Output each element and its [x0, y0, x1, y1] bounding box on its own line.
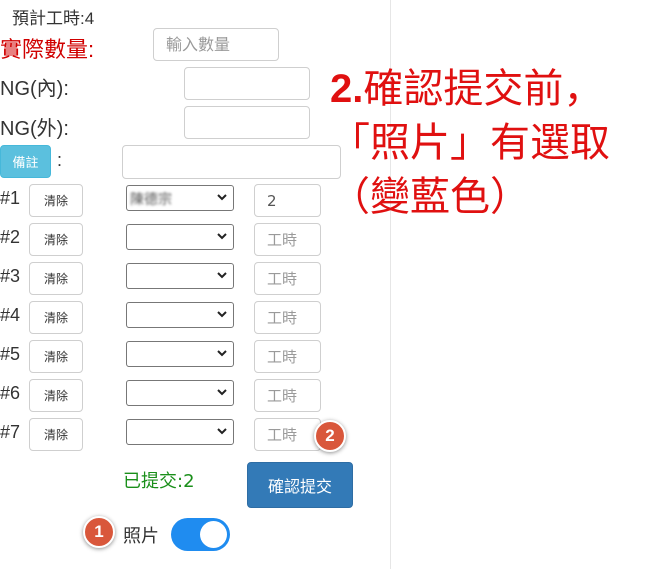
hours-input[interactable]	[254, 301, 321, 334]
remark-input[interactable]	[122, 145, 341, 179]
chevron-down-icon	[217, 350, 227, 357]
hours-input[interactable]	[254, 379, 321, 412]
hours-input[interactable]	[254, 184, 321, 217]
chevron-down-icon	[217, 311, 227, 318]
ng-internal-label: NG(內):	[0, 78, 69, 100]
chevron-down-icon	[217, 233, 227, 240]
ng-external-input[interactable]	[184, 106, 310, 139]
ng-internal-input[interactable]	[184, 67, 310, 100]
worker-select[interactable]	[126, 224, 234, 250]
worker-select[interactable]	[126, 263, 234, 289]
clear-button[interactable]: 清除	[29, 340, 83, 373]
worker-row-label: #2	[0, 227, 21, 247]
worker-select[interactable]	[126, 341, 234, 367]
photo-label: 照片	[123, 526, 159, 547]
instruction-note: 2.確認提交前， 「照片」有選取 （變藍色）	[330, 62, 670, 224]
chevron-down-icon	[217, 194, 227, 201]
note-line1-text: 確認提交前，	[363, 66, 604, 112]
annotation-marker-1: 1	[83, 516, 115, 548]
worker-row-label: #3	[0, 266, 21, 286]
note-line-3: （變藍色）	[330, 174, 530, 220]
toggle-knob	[200, 521, 227, 548]
chevron-down-icon	[217, 272, 227, 279]
worker-row-label: #1	[0, 188, 21, 208]
worker-select[interactable]	[126, 380, 234, 406]
worker-select-value: 陳德宗	[130, 192, 172, 208]
quantity-input[interactable]	[153, 28, 279, 61]
chevron-down-icon	[217, 389, 227, 396]
worker-select[interactable]: 陳德宗	[126, 185, 234, 211]
worker-select[interactable]	[126, 419, 234, 445]
note-number: 2.	[330, 67, 364, 111]
hours-input[interactable]	[254, 223, 321, 256]
note-line-2: 「照片」有選取	[330, 120, 610, 166]
clear-button[interactable]: 清除	[29, 418, 83, 451]
clear-button[interactable]: 清除	[29, 301, 83, 334]
worker-row-label: #4	[0, 305, 21, 325]
clear-button[interactable]: 清除	[29, 223, 83, 256]
note-line-1: 2.確認提交前，	[330, 62, 670, 116]
actual-quantity-label: 實際數量:	[0, 37, 95, 62]
annotation-marker-2: 2	[314, 420, 346, 452]
remark-colon: :	[57, 150, 63, 170]
worker-row-label: #5	[0, 344, 21, 364]
submitted-count: 已提交:2	[123, 471, 195, 492]
estimated-hours-text: 預計工時:4	[12, 9, 95, 28]
photo-toggle[interactable]	[171, 518, 230, 551]
worker-row-label: #7	[0, 422, 21, 442]
remark-button[interactable]: 備註	[0, 145, 51, 178]
hours-input[interactable]	[254, 262, 321, 295]
confirm-submit-button[interactable]: 確認提交	[247, 462, 353, 508]
worker-row-label: #6	[0, 383, 21, 403]
clear-button[interactable]: 清除	[29, 184, 83, 217]
hours-input[interactable]	[254, 340, 321, 373]
worker-select[interactable]	[126, 302, 234, 328]
clear-button[interactable]: 清除	[29, 379, 83, 412]
chevron-down-icon	[217, 428, 227, 435]
clear-button[interactable]: 清除	[29, 262, 83, 295]
ng-external-label: NG(外):	[0, 118, 69, 140]
hours-input[interactable]	[254, 418, 321, 451]
